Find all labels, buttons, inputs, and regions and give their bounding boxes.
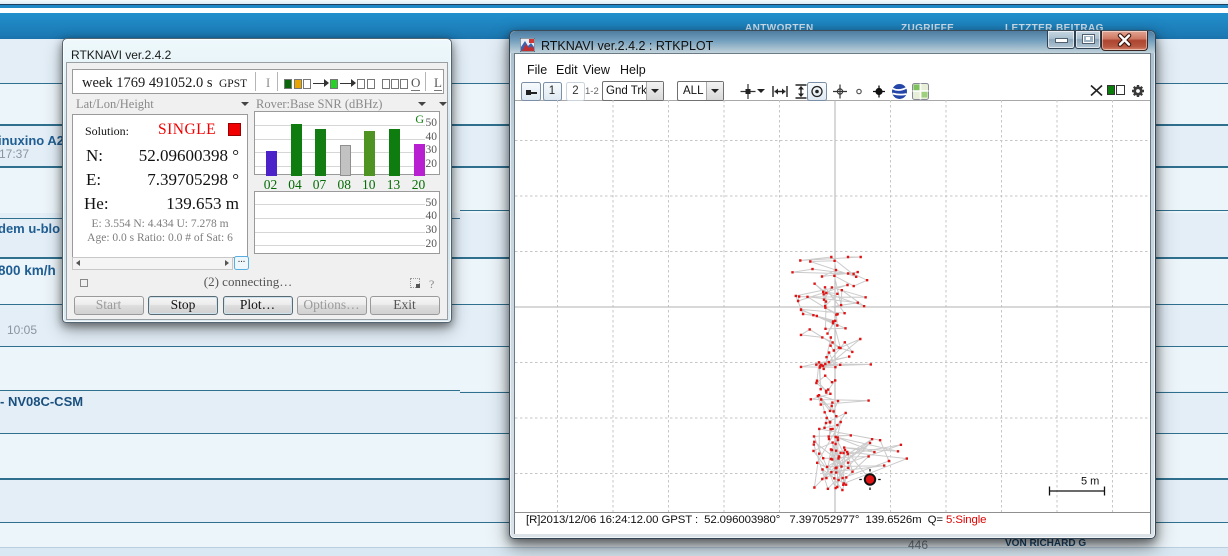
svg-text:5 m: 5 m xyxy=(1081,476,1099,488)
